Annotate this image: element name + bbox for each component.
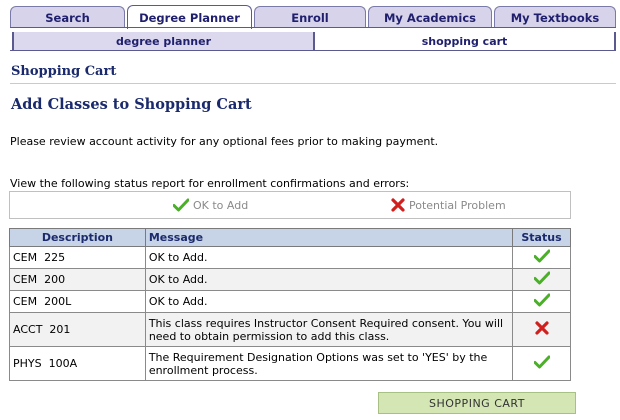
legend-problem: Potential Problem [391,198,506,212]
row-status [512,268,571,291]
subtab-shopping-cart[interactable]: shopping cart [315,32,616,51]
row-status [512,346,571,381]
tab-degree-planner[interactable]: Degree Planner [127,5,252,29]
checkmark-icon [533,355,550,369]
table-row: CEM 200 OK to Add. [9,268,571,291]
row-status [512,312,571,347]
table-row: CEM 225 OK to Add. [9,246,571,269]
row-description: PHYS 100A [9,346,146,381]
row-message: The Requirement Designation Options was … [144,346,514,381]
table-row: PHYS 100A The Requirement Designation Op… [9,346,571,381]
checkmark-icon [173,198,189,212]
column-header-message: Message [144,228,514,247]
row-description: CEM 225 [9,246,146,269]
tab-my-textbooks[interactable]: My Textbooks [494,6,616,28]
page-title: Shopping Cart [11,64,117,79]
row-message: OK to Add. [144,290,514,313]
section-title: Add Classes to Shopping Cart [11,96,252,113]
row-description: ACCT 201 [9,312,146,347]
shopping-cart-button[interactable]: SHOPPING CART [378,392,576,414]
tab-search[interactable]: Search [10,6,125,28]
status-report-table: Description Message Status CEM 225 OK to… [9,228,571,381]
subtab-degree-planner[interactable]: degree planner [12,32,315,51]
table-row: CEM 200L OK to Add. [9,290,571,313]
legend-ok: OK to Add [173,198,248,212]
legend-ok-label: OK to Add [193,198,249,212]
main-tabs: Search Degree Planner Enroll My Academic… [10,5,616,29]
row-description: CEM 200 [9,268,146,291]
x-mark-icon [391,198,405,212]
tab-my-academics[interactable]: My Academics [368,6,492,28]
tab-enroll[interactable]: Enroll [254,6,366,28]
checkmark-icon [533,271,550,285]
column-header-status: Status [512,228,571,247]
subtabs-divider [10,50,616,51]
row-description: CEM 200L [9,290,146,313]
status-intro-text: View the following status report for enr… [10,177,410,190]
status-legend: OK to Add Potential Problem [9,191,571,219]
title-divider [10,83,616,84]
checkmark-icon [533,293,550,307]
row-message: OK to Add. [144,246,514,269]
row-message: OK to Add. [144,268,514,291]
table-row: ACCT 201 This class requires Instructor … [9,312,571,347]
checkmark-icon [533,249,550,263]
row-status [512,246,571,269]
sub-tabs: degree planner shopping cart [12,32,616,51]
row-message: This class requires Instructor Consent R… [144,312,514,347]
row-status [512,290,571,313]
info-text: Please review account activity for any o… [10,135,439,148]
legend-problem-label: Potential Problem [409,198,506,212]
tabs-divider [10,27,616,28]
x-mark-icon [534,321,549,335]
column-header-description: Description [9,228,146,247]
